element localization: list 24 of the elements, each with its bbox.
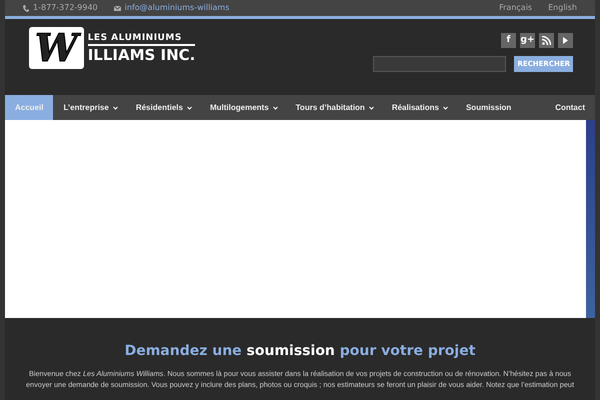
phone-number: 1-877-372-9940 [33, 2, 98, 14]
play-button[interactable] [558, 33, 573, 48]
logo-text: ILLIAMS INC. [88, 48, 196, 62]
logo-text: LES ALUMINIUMS [88, 34, 196, 46]
nav-item[interactable]: Contact [545, 95, 595, 120]
email-link[interactable]: info@aluminiums-williams [124, 2, 230, 14]
language-link[interactable]: Français [499, 2, 532, 14]
play-icon [563, 37, 568, 44]
nav-item[interactable]: Résidentiels [126, 95, 200, 120]
logo-letter: W [29, 27, 84, 69]
facebook-button[interactable]: f [501, 33, 516, 48]
nav-item[interactable]: Tours d’habitation [286, 95, 382, 120]
nav-item[interactable]: L’entreprise [53, 95, 126, 120]
google-plus-button[interactable]: g+ [520, 33, 535, 48]
section-heading: Demandez une soumission pour votre projet [124, 344, 476, 358]
language-link[interactable]: English [548, 2, 577, 14]
rss-icon [542, 36, 551, 45]
nav-item[interactable]: Soumission [456, 95, 522, 120]
search-field[interactable] [373, 56, 506, 72]
nav-item[interactable]: Réalisations [382, 95, 456, 120]
nav-item[interactable]: Multilogements [200, 95, 286, 120]
mail-icon [114, 6, 121, 10]
rss-button[interactable] [539, 33, 554, 48]
phone-icon [23, 4, 29, 12]
